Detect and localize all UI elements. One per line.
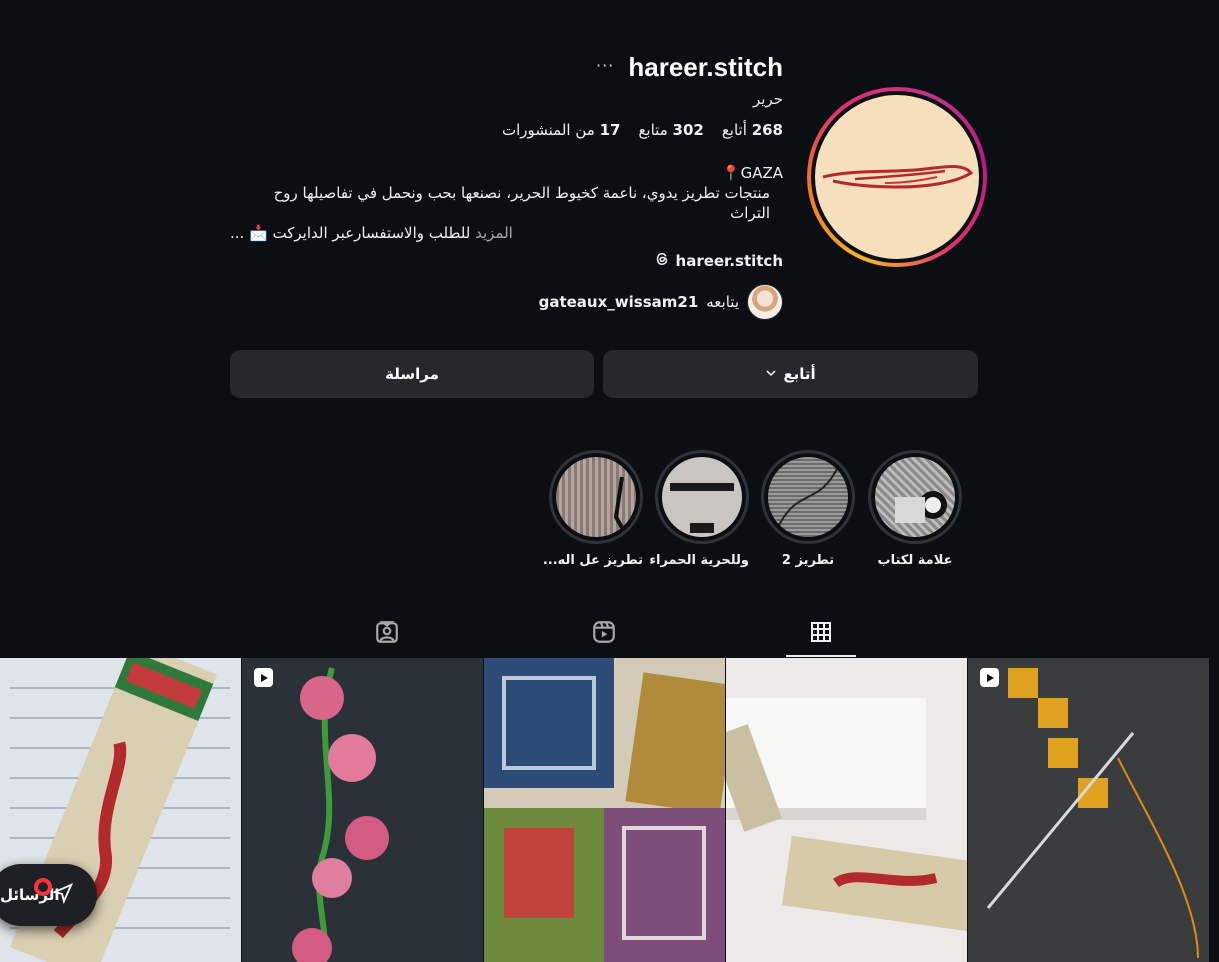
message-button[interactable]: مراسلة	[230, 350, 594, 398]
coasters-image	[484, 658, 725, 962]
post-thumbnail[interactable]	[726, 658, 967, 962]
highlight-item[interactable]: تطريز 2	[761, 450, 855, 568]
post-thumbnail[interactable]	[968, 658, 1209, 962]
highlight-red-thumb	[662, 457, 742, 537]
highlight-embroidery-thumb	[768, 457, 848, 537]
reels-icon[interactable]	[586, 614, 622, 650]
bio-more-link[interactable]: المزيد	[475, 224, 513, 242]
threads-icon	[653, 250, 671, 272]
profile-full-name: حرير	[753, 90, 783, 108]
bio-contact-line: للطلب والاستفسارعبر الدايركت 📩 ... المزي…	[230, 224, 513, 242]
follow-button[interactable]: أتابع	[603, 350, 978, 398]
followed-by-user[interactable]: gateaux_wissam21	[539, 293, 699, 311]
profile-bio: 📍GAZA منتجات تطريز يدوي، ناعمة كخيوط الح…	[230, 163, 783, 243]
reel-badge-icon	[254, 668, 273, 687]
active-tab-indicator	[786, 655, 856, 657]
send-icon	[51, 882, 74, 908]
followed-by[interactable]: gateaux_wissam21 يتابعه	[539, 284, 783, 320]
post-thumbnail[interactable]	[242, 658, 483, 962]
notification-dot	[34, 878, 52, 896]
posts-grid-icon[interactable]	[803, 614, 839, 650]
profile-stats: 17 من المنشورات 302 متابع 268 أتابع	[502, 121, 783, 139]
profile-avatar[interactable]	[815, 95, 979, 259]
needle-stitch-image	[968, 658, 1209, 962]
tagged-icon[interactable]	[369, 614, 405, 650]
rose-embroidery-image	[242, 658, 483, 962]
highlight-bookmark-thumb	[875, 457, 955, 537]
threads-handle: hareer.stitch	[675, 252, 783, 270]
threads-link[interactable]: hareer.stitch	[653, 250, 783, 272]
messages-button[interactable]: الرسائل	[0, 864, 97, 926]
chevron-down-icon	[765, 365, 777, 383]
bio-description: منتجات تطريز يدوي، ناعمة كخيوط الحرير، ن…	[273, 184, 770, 222]
bookmark-mockup-image	[726, 658, 967, 962]
followers-count[interactable]: 302 متابع	[638, 121, 703, 139]
highlight-coming-thumb	[556, 457, 636, 537]
following-count[interactable]: 268 أتابع	[722, 121, 783, 139]
hareer-logo-icon	[822, 165, 974, 189]
reel-badge-icon	[980, 668, 999, 687]
highlight-item[interactable]: تطريز عل اله...	[543, 450, 643, 568]
highlight-item[interactable]: علامة لكتاب	[868, 450, 962, 568]
posts-count: 17 من المنشورات	[501, 121, 621, 139]
post-thumbnail[interactable]	[484, 658, 725, 962]
bio-location: 📍GAZA	[721, 164, 783, 182]
followed-by-avatar[interactable]	[747, 284, 783, 320]
highlight-item[interactable]: وللحرية الحمراء	[649, 450, 749, 568]
profile-username: hareer.stitch	[628, 52, 783, 82]
followed-by-label: يتابعه	[706, 293, 739, 311]
